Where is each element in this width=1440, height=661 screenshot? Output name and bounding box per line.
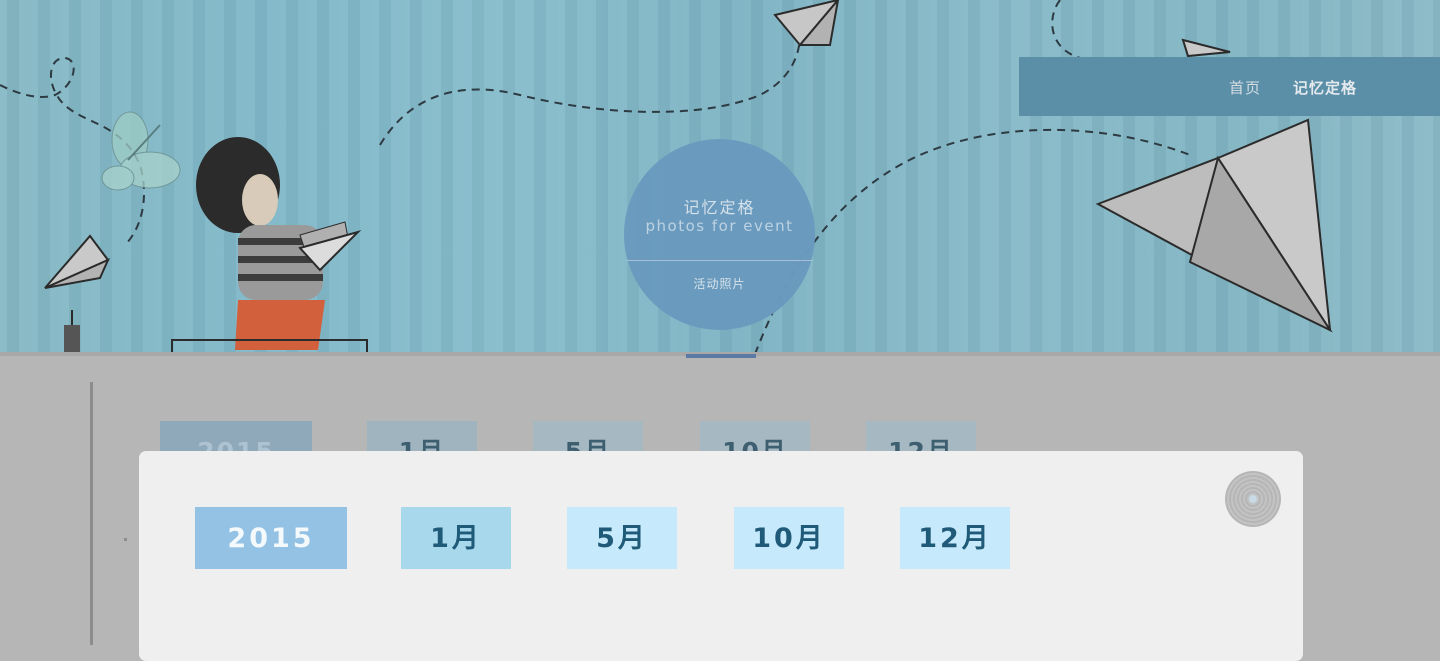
date-picker-modal: 2015 1月 5月 10月 12月 [139,451,1303,661]
hero-subtitle: photos for event [645,217,794,235]
year-chip[interactable]: 2015 [195,507,347,569]
month-chip[interactable]: 12月 [900,507,1010,569]
butterfly-icon [101,111,181,191]
paper-plane-icon [1181,38,1231,58]
hero-title: 记忆定格 [683,198,756,217]
close-button-center [1249,495,1257,503]
circle-divider [626,260,813,261]
paper-plane-icon [1095,118,1333,333]
paper-plane-icon [44,234,110,289]
active-indicator [686,354,756,358]
close-icon[interactable] [1225,471,1281,527]
paper-plane-icon [773,0,840,47]
month-chip[interactable]: 1月 [401,507,511,569]
month-chip[interactable]: 5月 [567,507,677,569]
timeline-line [90,382,93,645]
nav-item-home[interactable]: 首页 [1229,57,1261,116]
timeline-dot [124,538,127,541]
month-chip[interactable]: 10月 [734,507,844,569]
top-nav: 首页 记忆定格 [1019,57,1440,116]
hero-circle: 记忆定格 photos for event 活动照片 [624,139,815,330]
event-photos-link[interactable]: 活动照片 [624,275,815,292]
nav-item-memory[interactable]: 记忆定格 [1293,57,1357,116]
